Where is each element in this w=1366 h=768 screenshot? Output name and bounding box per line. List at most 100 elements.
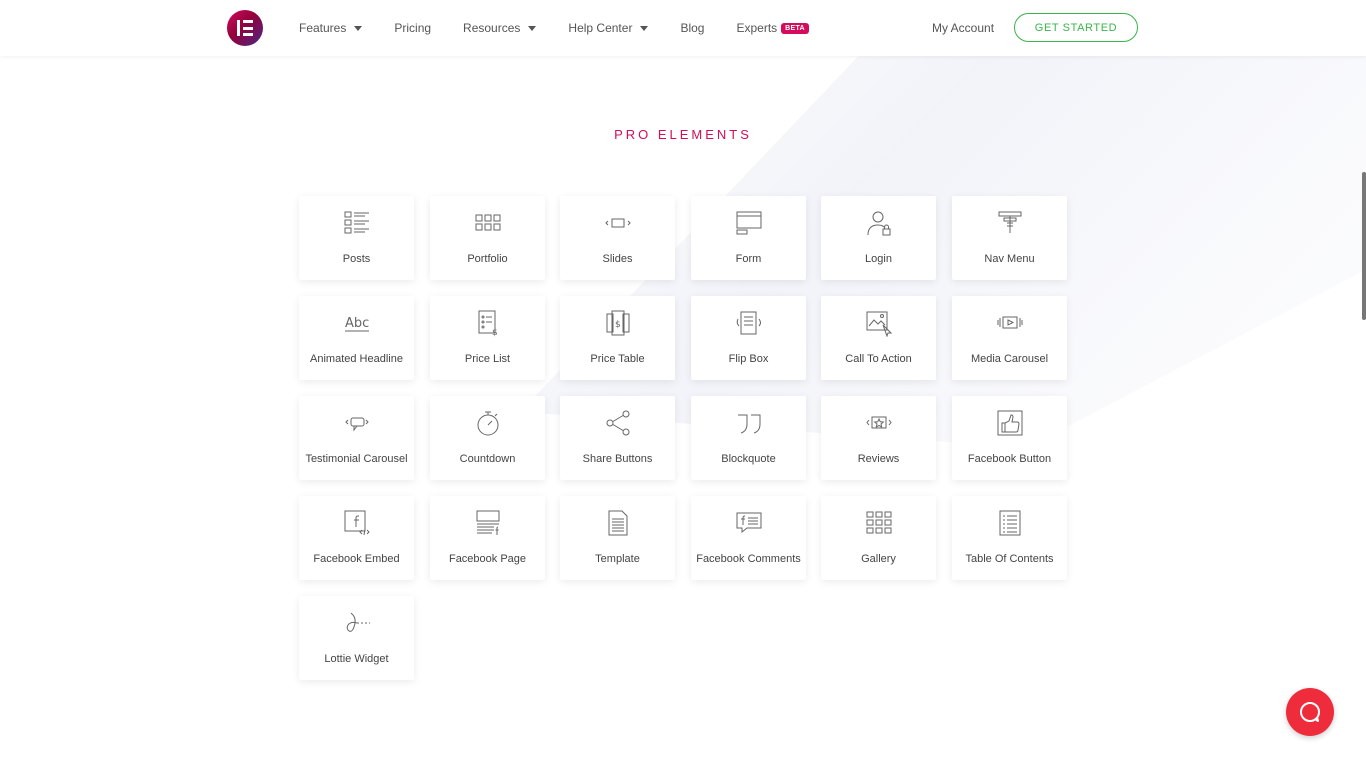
widget-label: Call To Action [845, 353, 912, 365]
beta-badge: BETA [781, 22, 809, 34]
widget-card[interactable]: Login [821, 196, 936, 280]
logo-mark-icon [237, 20, 253, 36]
widget-card[interactable]: Share Buttons [560, 396, 675, 480]
widget-label: Facebook Embed [313, 553, 400, 565]
widget-card[interactable]: Facebook Page [430, 496, 545, 580]
widget-card[interactable]: Lottie Widget [299, 596, 414, 680]
nav-blog[interactable]: Blog [680, 21, 704, 35]
chat-bubble-icon [1300, 702, 1320, 722]
widget-card[interactable]: Facebook Embed [299, 496, 414, 580]
svg-text:$: $ [492, 328, 498, 337]
section-title: PRO ELEMENTS [614, 127, 752, 142]
main-nav: Features Pricing Resources Help Center B… [299, 0, 841, 56]
price-list-icon: $ [474, 309, 502, 338]
nav-resources[interactable]: Resources [463, 21, 537, 35]
widget-card[interactable]: Table Of Contents [952, 496, 1067, 580]
widget-card[interactable]: Reviews [821, 396, 936, 480]
price-table-icon: $ [604, 309, 632, 337]
template-icon [604, 509, 632, 537]
posts-icon [343, 209, 371, 237]
widget-card[interactable]: Call To Action [821, 296, 936, 380]
page-scrollbar[interactable] [1362, 172, 1366, 320]
widget-label: Slides [602, 253, 633, 265]
widget-label: Animated Headline [310, 353, 403, 365]
nav-experts[interactable]: Experts BETA [736, 21, 809, 35]
widget-label: Media Carousel [970, 353, 1049, 365]
widget-card[interactable]: Testimonial Carousel [299, 396, 414, 480]
widget-card[interactable]: Countdown [430, 396, 545, 480]
widget-label: Form [735, 253, 762, 265]
widget-label: Lottie Widget [324, 653, 389, 665]
widget-card[interactable]: Posts [299, 196, 414, 280]
widget-label: Flip Box [728, 353, 769, 365]
widget-card[interactable]: Nav Menu [952, 196, 1067, 280]
nav-menu-icon [996, 209, 1024, 237]
widget-label: Price Table [590, 353, 645, 365]
facebook-page-icon [474, 509, 502, 537]
testimonial-carousel-icon [343, 409, 371, 437]
portfolio-icon [474, 209, 502, 237]
lottie-icon [343, 609, 371, 637]
widget-label: Reviews [857, 453, 900, 465]
widget-label: Facebook Comments [696, 553, 801, 565]
widget-card[interactable]: Facebook Button [952, 396, 1067, 480]
media-carousel-icon [996, 309, 1024, 337]
widget-card[interactable]: Template [560, 496, 675, 580]
widget-label: Table Of Contents [965, 553, 1054, 565]
widget-label: Countdown [459, 453, 516, 465]
widget-label: Nav Menu [984, 253, 1035, 265]
widget-card[interactable]: Gallery [821, 496, 936, 580]
site-header: Features Pricing Resources Help Center B… [0, 0, 1366, 56]
widget-card[interactable]: Abc Animated Headline [299, 296, 414, 380]
login-icon [865, 209, 893, 237]
countdown-icon [474, 409, 502, 437]
widget-card[interactable]: Blockquote [691, 396, 806, 480]
chevron-down-icon [354, 25, 363, 31]
nav-blog-label: Blog [680, 21, 705, 35]
nav-experts-label: Experts [736, 21, 778, 35]
chevron-down-icon [640, 25, 649, 31]
widget-card[interactable]: Media Carousel [952, 296, 1067, 380]
flip-box-icon [735, 309, 763, 337]
facebook-comments-icon [735, 509, 763, 537]
slides-icon [604, 209, 632, 237]
widget-label: Testimonial Carousel [305, 453, 408, 465]
widget-label: Gallery [861, 553, 896, 565]
elementor-logo[interactable] [227, 10, 263, 46]
get-started-button[interactable]: GET STARTED [1014, 13, 1138, 42]
widget-card[interactable]: $ Price Table [560, 296, 675, 380]
nav-pricing[interactable]: Pricing [394, 21, 431, 35]
widget-label: Template [595, 553, 640, 565]
widget-card[interactable]: Slides [560, 196, 675, 280]
reviews-icon [865, 409, 893, 437]
nav-help-center[interactable]: Help Center [568, 21, 649, 35]
widget-card[interactable]: $ Price List [430, 296, 545, 380]
widget-card[interactable]: Flip Box [691, 296, 806, 380]
gallery-icon [865, 509, 893, 537]
nav-help-center-label: Help Center [568, 21, 633, 35]
blockquote-icon [735, 409, 763, 437]
table-of-contents-icon [996, 509, 1024, 537]
facebook-embed-icon [343, 509, 371, 537]
form-icon [735, 209, 763, 237]
widget-card[interactable]: Form [691, 196, 806, 280]
my-account-link[interactable]: My Account [932, 21, 994, 35]
nav-resources-label: Resources [463, 21, 521, 35]
animated-headline-icon: Abc [343, 309, 371, 337]
widget-label: Posts [342, 253, 371, 265]
widget-label: Login [865, 253, 892, 265]
widget-label: Share Buttons [582, 453, 653, 465]
widget-label: Portfolio [467, 253, 508, 265]
widget-label: Facebook Button [967, 453, 1052, 465]
chevron-down-icon [528, 25, 537, 31]
chat-button[interactable] [1286, 688, 1334, 736]
nav-pricing-label: Pricing [394, 21, 432, 35]
nav-features-label: Features [299, 21, 347, 35]
svg-text:Abc: Abc [345, 316, 369, 331]
widget-label: Facebook Page [448, 553, 527, 565]
widget-card[interactable]: Portfolio [430, 196, 545, 280]
call-to-action-icon [865, 309, 893, 338]
widget-card[interactable]: Facebook Comments [691, 496, 806, 580]
nav-features[interactable]: Features [299, 21, 363, 35]
facebook-button-icon [996, 409, 1024, 437]
